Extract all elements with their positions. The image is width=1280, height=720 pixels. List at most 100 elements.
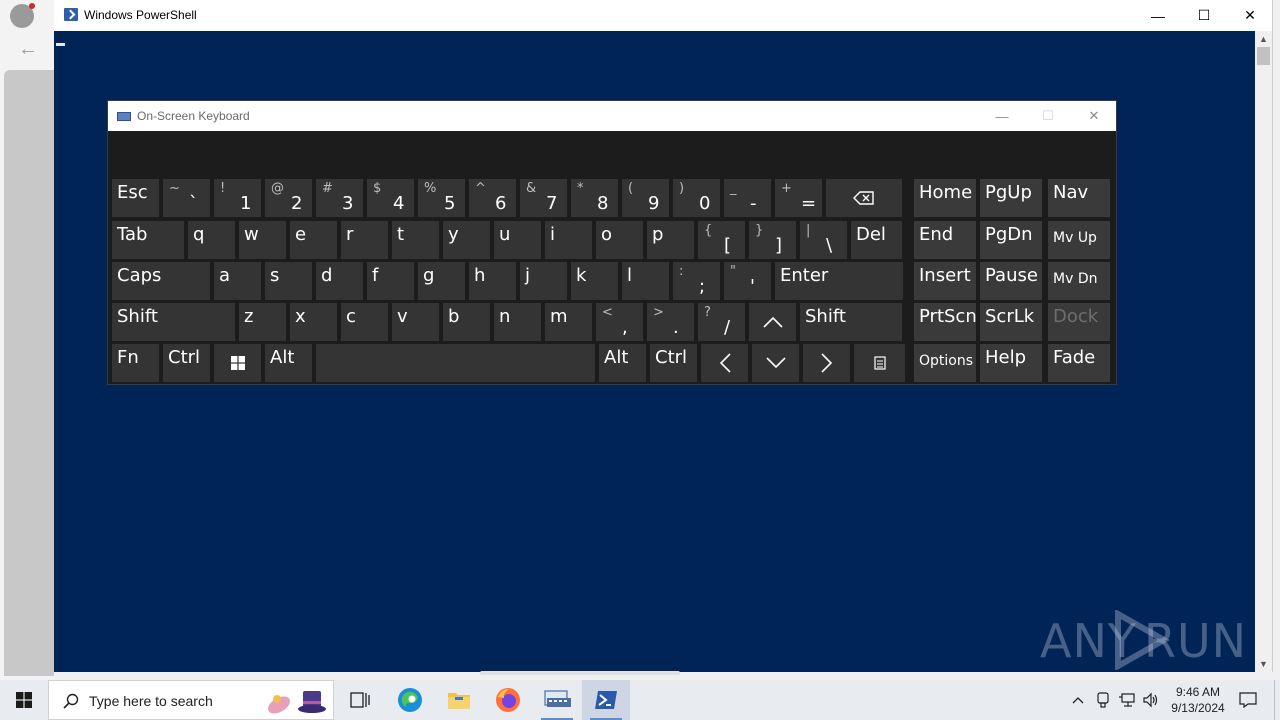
key-m[interactable]: m [545,303,592,341]
key-sym-3-8[interactable]: <, [596,303,643,341]
key-enter[interactable]: Enter [775,262,903,300]
key-x[interactable]: x [290,303,337,341]
key-down[interactable] [752,344,799,382]
key-up[interactable] [749,303,796,341]
key-pause[interactable]: Pause [980,262,1042,300]
key-5[interactable]: % 5 [418,179,465,217]
key-space[interactable] [316,344,595,382]
key-windows[interactable] [214,344,261,382]
key-h[interactable]: h [469,262,516,300]
key-8[interactable]: * 8 [571,179,618,217]
powershell-taskbar-button[interactable] [582,680,630,720]
close-button[interactable]: ✕ [1227,0,1273,31]
key-sym-2-10[interactable]: :; [673,262,720,300]
key-g[interactable]: g [418,262,465,300]
back-arrow-icon[interactable]: ← [18,38,38,61]
network-button[interactable] [1115,680,1139,720]
key-4[interactable]: $4 [367,179,414,217]
key-6[interactable]: ^ 6 [469,179,516,217]
key-w[interactable]: w [239,221,286,259]
taskbar-search-box[interactable]: Type here to search [48,680,334,720]
key-shift[interactable]: Shift [112,303,235,341]
key-k[interactable]: k [571,262,618,300]
file-explorer-taskbar-button[interactable] [435,680,483,720]
key-right[interactable] [803,344,850,382]
key-backslash[interactable]: | \ [800,221,847,259]
key-mv-dn[interactable]: Mv Dn [1048,262,1110,300]
key-q[interactable]: q [188,221,235,259]
key-sym-0-1[interactable]: ~ ` [163,179,210,217]
key-y[interactable]: y [443,221,490,259]
key-sym-1-11[interactable]: {[ [698,221,745,259]
key-sym-3-9[interactable]: >. [647,303,694,341]
key-help[interactable]: Help [980,344,1042,382]
key-t[interactable]: t [392,221,439,259]
key-sym-3-10[interactable]: ? / [698,303,745,341]
key-j[interactable]: j [520,262,567,300]
show-hidden-icons-button[interactable] [1068,680,1088,720]
key-end[interactable]: End [914,221,976,259]
minimize-button[interactable]: — [1135,0,1181,31]
edge-taskbar-button[interactable] [386,680,434,720]
key-1[interactable]: ! 1 [214,179,261,217]
key-l[interactable]: l [622,262,669,300]
key-0[interactable]: ) 0 [673,179,720,217]
scroll-down-icon[interactable]: ▼ [1255,656,1272,672]
key-scrlk[interactable]: ScrLk [980,303,1042,341]
key-sym-2-11[interactable]: " ' [724,262,771,300]
osk-minimize-button[interactable]: — [979,101,1025,131]
key-esc[interactable]: Esc [112,179,159,217]
key-pgdn[interactable]: PgDn [980,221,1042,259]
key-v[interactable]: v [392,303,439,341]
key-mv-up[interactable]: Mv Up [1048,221,1110,259]
scroll-up-icon[interactable]: ▲ [1255,31,1272,47]
key-home[interactable]: Home [914,179,976,217]
key-u[interactable]: u [494,221,541,259]
on-screen-keyboard-window[interactable]: On-Screen Keyboard — ☐ ✕ Esc ~ `! 1 @2 #3 $4% 5… [107,100,1117,385]
key-insert[interactable]: Insert [914,262,976,300]
key-z[interactable]: z [239,303,286,341]
key-caps[interactable]: Caps [112,262,210,300]
volume-button[interactable] [1140,680,1162,720]
osk-close-button[interactable]: ✕ [1071,101,1117,131]
key-del[interactable]: Del [851,221,902,259]
key-pgup[interactable]: PgUp [980,179,1042,217]
action-center-button[interactable] [1236,680,1260,720]
key-c[interactable]: c [341,303,388,341]
key-fade[interactable]: Fade [1048,344,1110,382]
osk-taskbar-button[interactable] [533,680,581,720]
scroll-thumb[interactable] [1257,47,1270,65]
maximize-button[interactable]: ☐ [1181,0,1227,31]
key-n[interactable]: n [494,303,541,341]
key-o[interactable]: o [596,221,643,259]
key-b[interactable]: b [443,303,490,341]
taskbar-clock[interactable]: 9:46 AM 9/13/2024 [1160,684,1236,716]
powershell-titlebar[interactable]: Windows PowerShell — ☐ ✕ [54,0,1272,31]
key-7[interactable]: & 7 [520,179,567,217]
key-alt[interactable]: Alt [599,344,646,382]
key-left[interactable] [701,344,748,382]
key-prtscn[interactable]: PrtScn [914,303,977,341]
key-tab[interactable]: Tab [112,221,184,259]
key-ctrl[interactable]: Ctrl [650,344,697,382]
task-view-button[interactable] [336,680,384,720]
key-sym-0-12[interactable]: _ - [724,179,771,217]
key-fn[interactable]: Fn [112,344,159,382]
vertical-scrollbar[interactable]: ▲ ▼ [1255,31,1272,672]
key-sym-1-12[interactable]: }] [749,221,796,259]
key-alt[interactable]: Alt [265,344,312,382]
key-shift[interactable]: Shift [800,303,902,341]
key-d[interactable]: d [316,262,363,300]
key-i[interactable]: i [545,221,592,259]
key-options[interactable]: Options [914,344,976,382]
key-sym-0-13[interactable]: + = [775,179,822,217]
key-menu[interactable] [854,344,905,382]
key-ctrl[interactable]: Ctrl [163,344,210,382]
network-adapter-button[interactable] [1092,680,1114,720]
show-desktop-button[interactable] [1274,680,1280,720]
start-button[interactable] [0,680,48,720]
key-3[interactable]: #3 [316,179,363,217]
firefox-taskbar-button[interactable] [484,680,532,720]
key-f[interactable]: f [367,262,414,300]
key-r[interactable]: r [341,221,388,259]
